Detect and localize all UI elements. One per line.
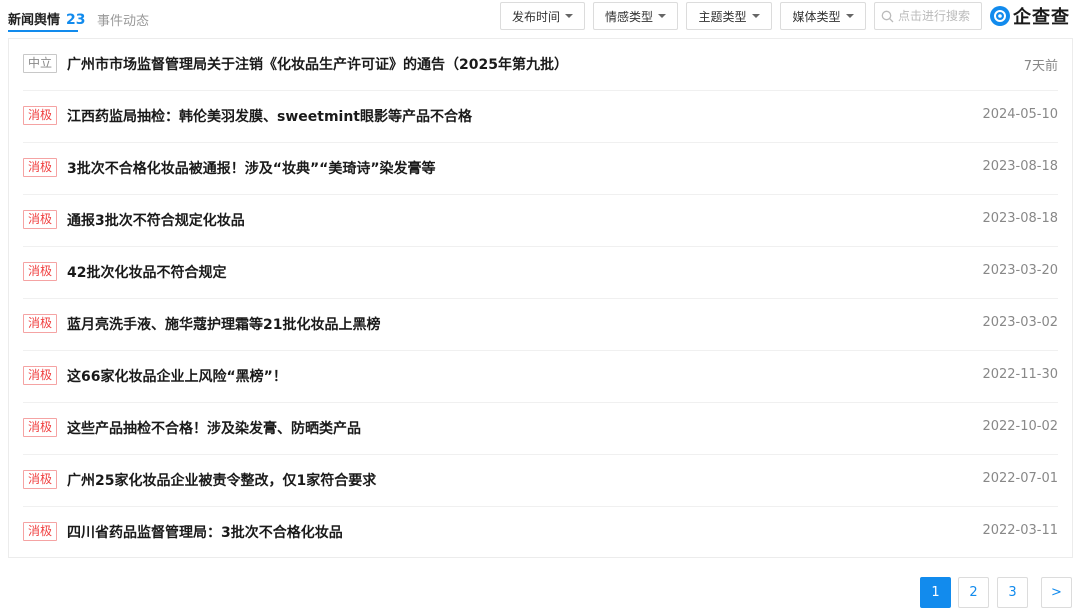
news-date: 2022-03-11 [982, 523, 1058, 538]
news-date: 2022-11-30 [982, 367, 1058, 382]
filter-label: 情感类型 [604, 9, 653, 24]
news-row[interactable]: 消极 江西药监局抽检：韩伦美羽发膜、sweetmint眼影等产品不合格 2024-0… [9, 91, 1072, 143]
news-title-link[interactable]: 四川省药品监督管理局：3批次不合格化妆品 [67, 522, 343, 542]
news-title-link[interactable]: 蓝月亮洗手液、施华蔻护理霜等21批化妆品上黑榜 [67, 314, 380, 334]
filter-sentiment-type[interactable]: 情感类型 [593, 2, 678, 30]
caret-down-icon [845, 14, 854, 18]
sentiment-tag: 消极 [23, 522, 58, 541]
news-title-link[interactable]: 这66家化妆品企业上风险“黑榜”！ [67, 366, 287, 386]
search-input[interactable] [894, 9, 976, 23]
page-1-button[interactable]: 1 [920, 577, 951, 608]
news-title-link[interactable]: 广州市市场监督管理局关于注销《化妆品生产许可证》的通告（2025年第九批） [67, 54, 568, 74]
filter-media-type[interactable]: 媒体类型 [780, 2, 866, 30]
news-row[interactable]: 消极 通报3批次不符合规定化妆品 2023-08-18 [9, 195, 1072, 247]
news-title-link[interactable]: 江西药监局抽检：韩伦美羽发膜、sweetmint眼影等产品不合格 [67, 106, 472, 126]
news-date: 2023-03-20 [982, 263, 1058, 278]
qichacha-logo: 企查查 [990, 3, 1070, 29]
tab-events[interactable]: 事件动态 [97, 10, 149, 29]
filter-label: 主题类型 [698, 9, 747, 24]
sentiment-tag: 消极 [23, 418, 58, 437]
active-tab-indicator [8, 30, 78, 32]
news-row[interactable]: 消极 这些产品抽检不合格！涉及染发膏、防晒类产品 2022-10-02 [9, 403, 1072, 455]
filter-label: 发布时间 [511, 9, 560, 24]
news-list: 中立 广州市市场监督管理局关于注销《化妆品生产许可证》的通告（2025年第九批） 7… [8, 38, 1073, 558]
sentiment-tag: 消极 [23, 158, 58, 177]
sentiment-tag: 消极 [23, 210, 58, 229]
news-date: 2023-03-02 [982, 315, 1058, 330]
caret-down-icon [565, 14, 573, 18]
news-date: 2024-05-10 [982, 107, 1058, 122]
logo-text: 企查查 [1013, 7, 1070, 28]
filter-label: 媒体类型 [792, 9, 841, 24]
news-title-link[interactable]: 广州25家化妆品企业被责令整改，仅1家符合要求 [67, 470, 376, 490]
news-date: 2022-07-01 [982, 471, 1058, 486]
sentiment-tag: 中立 [23, 54, 58, 73]
logo-mark-icon [990, 6, 1010, 26]
sentiment-tag: 消极 [23, 314, 58, 333]
search-box[interactable] [874, 2, 982, 30]
news-row[interactable]: 消极 3批次不合格化妆品被通报！涉及“妆典”“美琦诗”染发膏等 2023-08-18 [9, 143, 1072, 195]
news-title-link[interactable]: 42批次化妆品不符合规定 [67, 262, 226, 282]
news-row[interactable]: 消极 42批次化妆品不符合规定 2023-03-20 [9, 247, 1072, 299]
tab-news[interactable]: 新闻舆情 23 [8, 9, 86, 28]
news-title-link[interactable]: 通报3批次不符合规定化妆品 [67, 210, 245, 230]
news-date: 2023-08-18 [982, 211, 1058, 226]
next-page-button[interactable]: > [1041, 577, 1072, 608]
sentiment-tag: 消极 [23, 106, 58, 125]
filter-topic-type[interactable]: 主题类型 [686, 2, 772, 30]
tab-news-count: 23 [66, 12, 86, 28]
caret-down-icon [658, 14, 666, 18]
sentiment-tag: 消极 [23, 470, 58, 489]
tab-news-label: 新闻舆情 [8, 13, 61, 28]
news-row[interactable]: 消极 蓝月亮洗手液、施华蔻护理霜等21批化妆品上黑榜 2023-03-02 [9, 299, 1072, 351]
filter-publish-time[interactable]: 发布时间 [500, 2, 585, 30]
news-row[interactable]: 消极 广州25家化妆品企业被责令整改，仅1家符合要求 2022-07-01 [9, 455, 1072, 507]
sentiment-tag: 消极 [23, 262, 58, 281]
news-date: 7天前 [1023, 59, 1058, 74]
news-row[interactable]: 消极 四川省药品监督管理局：3批次不合格化妆品 2022-03-11 [9, 507, 1072, 559]
top-bar: 新闻舆情 23 事件动态 发布时间 情感类型 主题类型 媒体类型 企查查 [0, 0, 1080, 36]
page-2-button[interactable]: 2 [958, 577, 989, 608]
sentiment-tag: 消极 [23, 366, 58, 385]
news-title-link[interactable]: 3批次不合格化妆品被通报！涉及“妆典”“美琦诗”染发膏等 [67, 158, 436, 178]
caret-down-icon [751, 14, 760, 18]
search-icon [881, 10, 894, 22]
news-title-link[interactable]: 这些产品抽检不合格！涉及染发膏、防晒类产品 [67, 418, 361, 438]
news-row[interactable]: 消极 这66家化妆品企业上风险“黑榜”！ 2022-11-30 [9, 351, 1072, 403]
news-row[interactable]: 中立 广州市市场监督管理局关于注销《化妆品生产许可证》的通告（2025年第九批） 7… [9, 39, 1072, 91]
page-3-button[interactable]: 3 [997, 577, 1028, 608]
news-date: 2022-10-02 [982, 419, 1058, 434]
news-date: 2023-08-18 [982, 159, 1058, 174]
